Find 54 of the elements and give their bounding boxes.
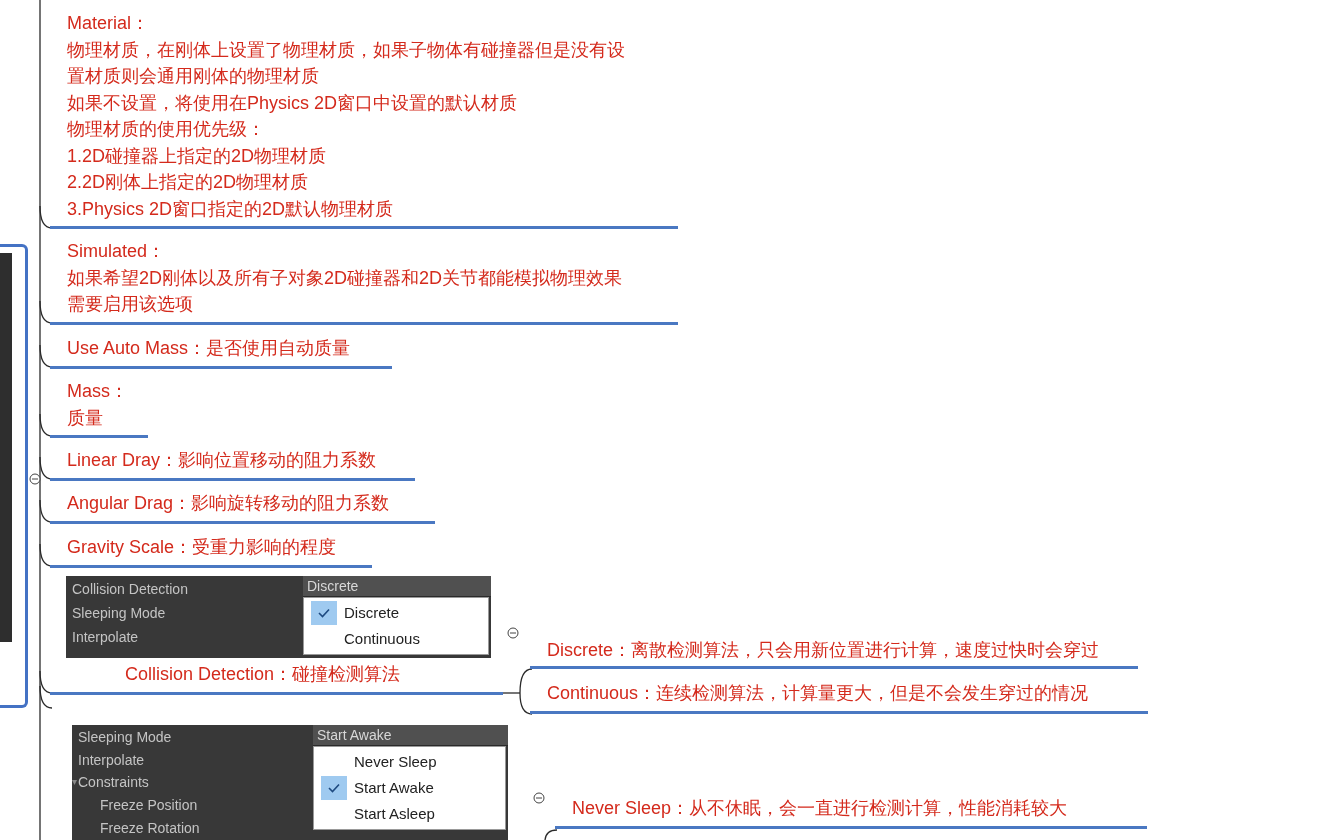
topic-node[interactable]: Collision Detection：碰撞检测算法 (50, 661, 503, 695)
topic-node[interactable]: Linear Dray：影响位置移动的阻力系数 (50, 447, 415, 481)
dropdown-field[interactable]: Start Awake (313, 725, 508, 746)
topic-text: Continuous：连续检测算法，计算量更大，但是不会发生穿过的情况 (547, 682, 1089, 705)
topic-text: Gravity Scale：受重力影响的程度 (67, 536, 337, 559)
menu-option[interactable]: Discrete (304, 600, 488, 626)
topic-node[interactable]: Discrete：离散检测算法，只会用新位置进行计算，速度过快时会穿过 (530, 637, 1138, 669)
topic-text: Never Sleep：从不休眠，会一直进行检测计算，性能消耗较大 (572, 797, 1068, 820)
check-icon (311, 601, 337, 625)
topic-text: Linear Dray：影响位置移动的阻力系数 (67, 449, 377, 472)
topic-node[interactable]: Continuous：连续检测算法，计算量更大，但是不会发生穿过的情况 (530, 680, 1148, 714)
topic-text: 2.2D刚体上指定的2D物理材质 (67, 171, 309, 194)
topic-node[interactable]: Gravity Scale：受重力影响的程度 (50, 534, 372, 568)
property-label: Interpolate (72, 627, 139, 647)
dropdown-field[interactable]: Discrete (303, 576, 491, 597)
collapse-icon[interactable] (533, 792, 545, 804)
topic-node[interactable]: Angular Drag：影响旋转移动的阻力系数 (50, 490, 435, 524)
topic-text: 3.Physics 2D窗口指定的2D默认物理材质 (67, 197, 394, 221)
property-label: Interpolate (78, 750, 145, 770)
menu-option[interactable]: Start Asleep (314, 801, 505, 827)
property-label: Sleeping Mode (72, 603, 166, 623)
topic-text: 物理材质，在刚体上设置了物理材质，如果子物体有碰撞器但是没有设 (67, 38, 625, 62)
topic-text: 物理材质的使用优先级： (67, 118, 265, 141)
menu-option[interactable]: Start Awake (314, 775, 505, 801)
menu-option[interactable]: Continuous (304, 626, 488, 652)
topic-text: 质量 (67, 406, 103, 430)
topic-node[interactable]: Material： 物理材质，在刚体上设置了物理材质，如果子物体有碰撞器但是没有设 置材质则会通用刚体的物理材质 如果不设置，将使用在Physics 2D窗口中设置的默认材质 物理材质的使用优先级： 1.2D碰撞器上指定的2D物理材质 2.2D刚体上指定的2D物理材质 3.Physics 2D窗口指定的2D默认物理材质 (50, 10, 678, 229)
topic-text: Discrete：离散检测算法，只会用新位置进行计算，速度过快时会穿过 (547, 639, 1099, 662)
property-label: Collision Detection (72, 579, 188, 599)
topic-text: 如果不设置，将使用在Physics 2D窗口中设置的默认材质 (67, 91, 518, 115)
connector-line (544, 829, 558, 840)
topic-text: Material： (67, 12, 150, 35)
topic-node[interactable]: Mass： 质量 (50, 378, 148, 438)
property-label: Freeze Rotation (100, 819, 200, 839)
topic-node[interactable]: Simulated： 如果希望2D刚体以及所有子对象2D碰撞器和2D关节都能模拟物理效果 需要启用该选项 (50, 238, 678, 325)
topic-text: 如果希望2D刚体以及所有子对象2D碰撞器和2D关节都能模拟物理效果 (67, 266, 623, 290)
topic-text: Angular Drag：影响旋转移动的阻力系数 (67, 492, 390, 515)
topic-text: 1.2D碰撞器上指定的2D物理材质 (67, 144, 327, 168)
collapse-icon[interactable] (29, 473, 41, 485)
menu-option[interactable]: Never Sleep (314, 749, 505, 775)
topic-text: 置材质则会通用刚体的物理材质 (67, 65, 319, 88)
collapse-icon[interactable] (507, 627, 519, 639)
topic-text: Simulated： (67, 240, 166, 263)
check-icon (321, 776, 347, 800)
topic-text: Mass： (67, 380, 128, 403)
topic-node[interactable]: Never Sleep：从不休眠，会一直进行检测计算，性能消耗较大 (555, 795, 1147, 829)
property-label: Constraints (78, 773, 149, 793)
triangle-icon[interactable] (72, 780, 77, 786)
property-label: Sleeping Mode (78, 727, 172, 747)
topic-node[interactable]: Use Auto Mass：是否使用自动质量 (50, 335, 392, 369)
property-label: Freeze Position (100, 796, 198, 816)
topic-text: Collision Detection：碰撞检测算法 (125, 663, 401, 686)
topic-text: 需要启用该选项 (67, 293, 193, 316)
topic-text: Use Auto Mass：是否使用自动质量 (67, 337, 351, 360)
